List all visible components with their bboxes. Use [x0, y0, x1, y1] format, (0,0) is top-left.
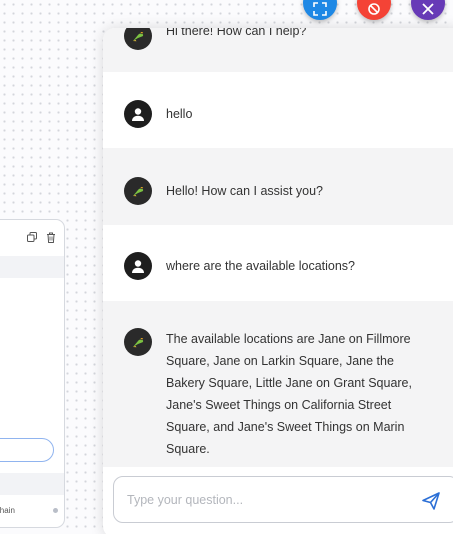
chat-message-bot: Hi there! How can I help?: [103, 28, 453, 72]
user-avatar: [124, 100, 152, 128]
user-avatar: [124, 252, 152, 280]
duplicate-icon[interactable]: [27, 232, 37, 242]
chat-input-box: [113, 476, 453, 523]
flow-node-card[interactable]: ers ievalQAChain: [0, 219, 65, 528]
message-text: Hello! How can I assist you?: [166, 184, 324, 198]
message-text: where are the available locations?: [166, 259, 356, 273]
clear-chat-button[interactable]: [357, 0, 391, 20]
chat-panel: Hi there! How can I help? hello Hello! H…: [103, 28, 453, 534]
node-output-label: ievalQAChain: [0, 506, 15, 515]
close-chat-button[interactable]: [411, 0, 445, 20]
bot-avatar: [124, 28, 152, 50]
node-header-actions: [27, 232, 56, 243]
parrot-icon: [133, 187, 144, 197]
chat-message-bot: Hello! How can I assist you?: [103, 148, 453, 225]
message-text: Hi there! How can I help?: [166, 28, 307, 38]
user-icon: [132, 260, 144, 273]
delete-icon[interactable]: [46, 232, 56, 243]
node-parameters-button[interactable]: ers: [0, 438, 54, 462]
parrot-icon: [133, 32, 144, 42]
close-icon: [422, 3, 434, 15]
chat-message-bot: The available locations are Jane on Fill…: [103, 301, 453, 467]
bot-avatar: [124, 177, 152, 205]
expand-icon: [313, 2, 327, 16]
node-output-header: [0, 473, 64, 495]
output-handle[interactable]: [53, 508, 58, 513]
chat-input[interactable]: [127, 492, 407, 507]
node-section-header: [0, 256, 64, 278]
chat-message-user: hello: [103, 72, 453, 148]
message-text: hello: [166, 107, 193, 121]
message-text: The available locations are Jane on Fill…: [166, 332, 412, 456]
clear-chat-icon: [368, 3, 380, 15]
expand-chat-button[interactable]: [303, 0, 337, 20]
send-icon[interactable]: [421, 491, 441, 511]
user-icon: [132, 108, 144, 121]
chat-message-user: where are the available locations?: [103, 225, 453, 301]
parrot-icon: [133, 338, 144, 348]
bot-avatar: [124, 328, 152, 356]
